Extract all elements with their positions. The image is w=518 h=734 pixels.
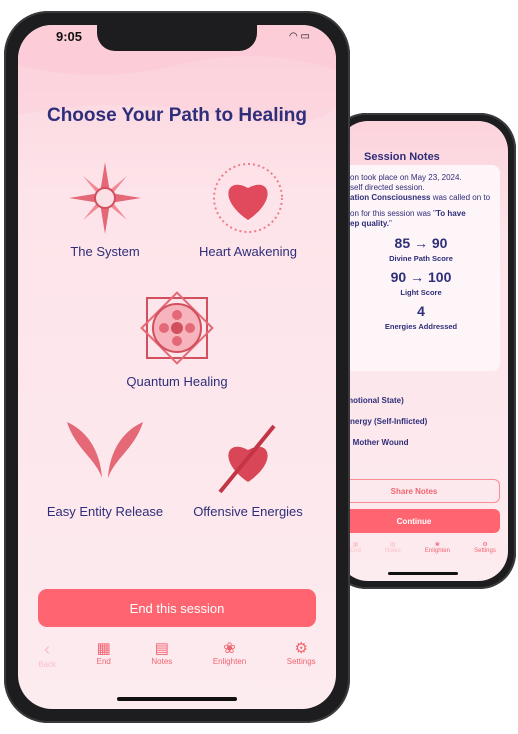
option-quantum-healing[interactable]: Quantum Healing <box>102 288 252 389</box>
option-label: Offensive Energies <box>193 504 303 519</box>
energy-item[interactable]: e Energy (Self-Inflicted) <box>338 417 427 426</box>
tab-bar: ‹ Back ▦ End ▤ Notes ❀ Enlighten ⚙ Settings <box>18 639 336 669</box>
back-phone: Session Notes on took place on May 23, 2… <box>330 113 516 589</box>
option-offensive-energies[interactable]: Offensive Energies <box>173 418 323 519</box>
notes-line: ation Consciousness was called on to <box>338 193 500 203</box>
page-title: Choose Your Path to Healing <box>46 105 308 126</box>
option-label: The System <box>70 244 140 259</box>
notes-line: on took place on May 23, 2024. <box>350 173 462 182</box>
notes-intent-text: on for this session was " <box>350 209 436 218</box>
checkered-flag-icon: ▦ <box>352 542 359 548</box>
tab-end[interactable]: ▦ End <box>350 541 361 554</box>
notebook-icon: ▤ <box>154 640 169 657</box>
notes-line: on for this session was "To have <box>338 209 500 219</box>
sacred-geometry-icon <box>140 291 214 365</box>
checkered-flag-icon: ▦ <box>96 640 111 657</box>
score-label: Divine Path Score <box>389 254 453 263</box>
notebook-icon: ▤ <box>390 542 396 548</box>
option-label: Quantum Healing <box>126 374 228 389</box>
tab-notes[interactable]: ▤ Notes <box>151 639 172 669</box>
notes-line: self directed session. <box>350 183 425 192</box>
option-label: Easy Entity Release <box>46 504 164 519</box>
tab-settings[interactable]: ⚙ Settings <box>474 541 496 554</box>
radiant-heart-icon <box>213 163 283 233</box>
chevron-left-icon: ‹ <box>44 639 51 659</box>
notes-line: ep quality." <box>338 219 500 229</box>
session-notes-screen: Session Notes on took place on May 23, 2… <box>338 121 508 581</box>
lotus-icon: ❀ <box>434 542 440 548</box>
tab-notes[interactable]: ▤ Notes <box>385 541 401 554</box>
end-session-button[interactable]: End this session <box>38 589 316 627</box>
notes-text: was called on to <box>430 193 491 202</box>
gear-icon: ⚙ <box>294 640 308 657</box>
choose-path-screen: 9:05 ◠ ▭ Choose Your Path to Healing The… <box>18 25 336 709</box>
notch <box>97 25 257 51</box>
score-label: Energies Addressed <box>384 322 458 331</box>
home-indicator <box>117 697 237 701</box>
score-value: 4 <box>417 303 425 319</box>
lotus-icon: ❀ <box>223 640 236 657</box>
status-time: 9:05 <box>56 29 83 44</box>
page-title: Session Notes <box>364 151 440 163</box>
notes-bold-text: ation Consciousness <box>350 193 431 202</box>
tab-back[interactable]: ‹ Back <box>38 639 56 669</box>
gear-icon: ⚙ <box>482 542 488 548</box>
option-the-system[interactable]: The System <box>30 158 180 259</box>
score-label: Light Score <box>400 288 442 297</box>
notes-text: " <box>388 219 392 228</box>
score-value: 85 → 90 <box>394 235 448 251</box>
notes-intent-bold: To have <box>436 209 466 218</box>
tab-enlighten[interactable]: ❀ Enlighten <box>213 639 246 669</box>
share-notes-button[interactable]: Share Notes <box>338 479 500 503</box>
home-indicator <box>388 572 458 575</box>
continue-button[interactable]: Continue <box>338 509 500 533</box>
tab-bar: ▦ End ▤ Notes ❀ Enlighten ⚙ Settings <box>338 541 508 554</box>
tab-enlighten[interactable]: ❀ Enlighten <box>425 541 450 554</box>
status-icons: ◠ ▭ <box>289 31 310 42</box>
notes-card: on took place on May 23, 2024. self dire… <box>338 165 500 371</box>
pierced-heart-icon <box>218 424 276 494</box>
sun-star-icon <box>69 162 141 234</box>
angel-wings-icon <box>67 422 143 478</box>
score-value: 90 → 100 <box>390 269 452 285</box>
tab-end[interactable]: ▦ End <box>97 639 111 669</box>
option-heart-awakening[interactable]: Heart Awakening <box>173 158 323 259</box>
notes-intent-bold: ep quality. <box>350 219 389 228</box>
option-easy-entity-release[interactable]: Easy Entity Release <box>30 418 180 519</box>
option-label: Heart Awakening <box>198 244 298 259</box>
front-phone: 9:05 ◠ ▭ Choose Your Path to Healing The… <box>4 11 350 723</box>
tab-settings[interactable]: ⚙ Settings <box>287 639 316 669</box>
